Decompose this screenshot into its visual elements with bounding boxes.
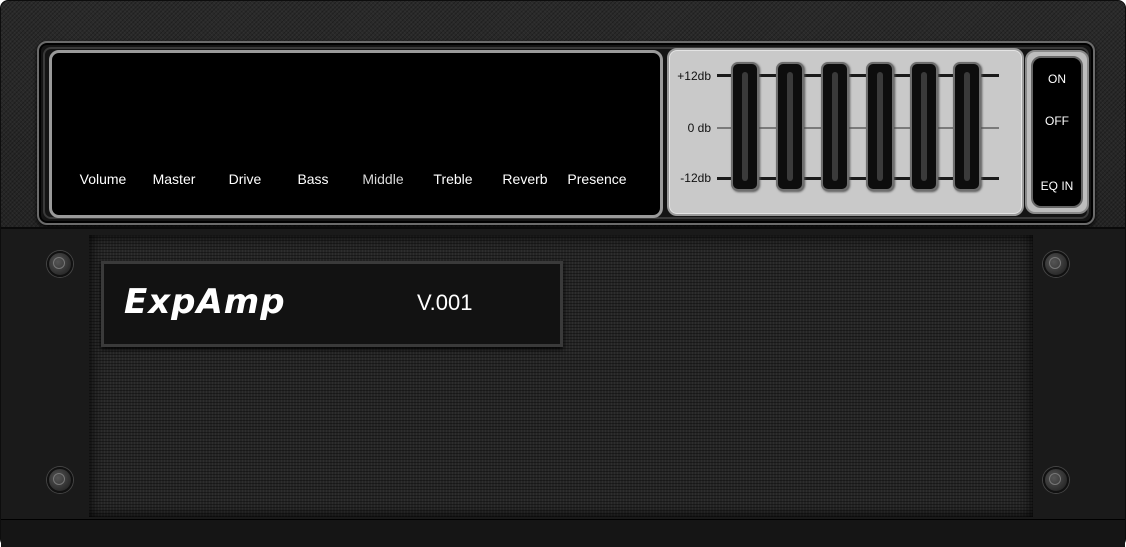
eq-switch[interactable]: ON OFF EQ IN <box>1031 56 1083 208</box>
brand-badge: ExpAmp V.001 <box>101 261 563 347</box>
switch-on-label[interactable]: ON <box>1033 72 1081 86</box>
bottom-trim <box>1 519 1125 547</box>
knob-middle-label[interactable]: Middle <box>362 171 403 187</box>
screw-icon <box>47 251 73 277</box>
switch-eq-in-label[interactable]: EQ IN <box>1033 179 1081 193</box>
screw-icon <box>47 467 73 493</box>
knob-panel: Volume Master Drive Bass Middle Treble R… <box>49 50 663 218</box>
eq-plus12-label: +12db <box>677 69 711 83</box>
eq-slider-band-2[interactable] <box>776 62 804 191</box>
brand-logo: ExpAmp <box>124 282 286 322</box>
eq-slider-band-3[interactable] <box>821 62 849 191</box>
knob-presence-label[interactable]: Presence <box>567 171 626 187</box>
knob-master-label[interactable]: Master <box>153 171 196 187</box>
amp-head: Volume Master Drive Bass Middle Treble R… <box>0 0 1126 547</box>
screw-icon <box>1043 251 1069 277</box>
eq-slider-band-4[interactable] <box>866 62 894 191</box>
eq-slider-band-5[interactable] <box>910 62 938 191</box>
knob-drive-label[interactable]: Drive <box>229 171 262 187</box>
eq-slider-band-1[interactable] <box>731 62 759 191</box>
version-label: V.001 <box>417 290 473 315</box>
eq-minus12-label: -12db <box>680 171 711 185</box>
graphic-eq-panel: +12db 0 db -12db <box>667 48 1024 216</box>
eq-zero-label: 0 db <box>687 121 711 135</box>
screw-icon <box>1043 467 1069 493</box>
knob-bass-label[interactable]: Bass <box>297 171 328 187</box>
eq-slider-band-6[interactable] <box>953 62 981 191</box>
switch-off-label[interactable]: OFF <box>1033 114 1081 128</box>
eq-switch-frame: ON OFF EQ IN <box>1025 50 1089 214</box>
knob-treble-label[interactable]: Treble <box>433 171 472 187</box>
knob-reverb-label[interactable]: Reverb <box>502 171 547 187</box>
knob-volume-label[interactable]: Volume <box>80 171 127 187</box>
